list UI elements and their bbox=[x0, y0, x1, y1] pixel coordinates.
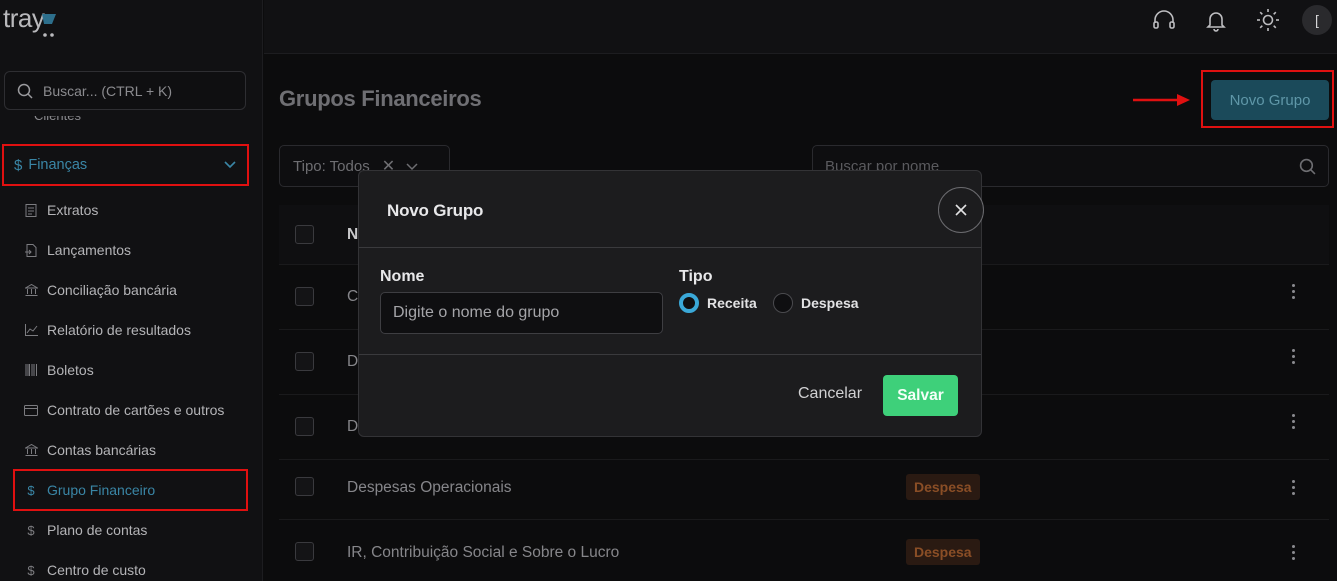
app-root: tray Buscar... (CTRL + K) Clientes $ Fin… bbox=[0, 0, 1337, 581]
more-options-icon[interactable] bbox=[1292, 480, 1296, 498]
radio-unselected-icon bbox=[773, 293, 793, 313]
sidebar-item-extratos[interactable]: Extratos bbox=[24, 198, 98, 222]
type-badge: Despesa bbox=[906, 539, 980, 565]
sidebar-item-conciliacao[interactable]: Conciliação bancária bbox=[24, 278, 177, 302]
global-search-placeholder: Buscar... (CTRL + K) bbox=[43, 82, 173, 99]
close-button[interactable] bbox=[938, 187, 984, 233]
logo[interactable]: tray bbox=[3, 4, 58, 40]
sidebar-item-label: Boletos bbox=[47, 362, 94, 378]
more-options-icon[interactable] bbox=[1292, 284, 1296, 302]
sidebar-item-label: Contas bancárias bbox=[47, 442, 156, 458]
headset-icon[interactable] bbox=[1152, 8, 1176, 32]
chevron-down-icon bbox=[224, 161, 236, 169]
bank-icon bbox=[24, 283, 38, 297]
column-header-name[interactable]: N bbox=[347, 226, 358, 244]
sidebar-item-grupo-financeiro[interactable]: $ Grupo Financeiro bbox=[24, 478, 155, 502]
avatar[interactable]: [ bbox=[1302, 5, 1332, 35]
row-checkbox[interactable] bbox=[295, 417, 314, 436]
modal-divider bbox=[359, 354, 981, 355]
page-title: Grupos Financeiros bbox=[279, 86, 482, 111]
more-options-icon[interactable] bbox=[1292, 545, 1296, 563]
sidebar-item-clientes[interactable]: Clientes bbox=[34, 116, 81, 126]
barcode-icon bbox=[24, 363, 38, 377]
sun-icon[interactable] bbox=[1256, 8, 1280, 32]
sidebar-item-label: Contrato de cartões e outros bbox=[47, 402, 225, 418]
file-transfer-icon bbox=[24, 243, 38, 257]
row-name: D bbox=[347, 353, 359, 370]
bank-icon bbox=[24, 443, 38, 457]
save-button[interactable]: Salvar bbox=[883, 375, 958, 416]
credit-card-icon bbox=[24, 403, 38, 417]
more-options-icon[interactable] bbox=[1292, 414, 1296, 432]
sidebar-item-label: Plano de contas bbox=[47, 522, 148, 538]
close-icon bbox=[955, 204, 967, 216]
modal-divider bbox=[359, 247, 981, 248]
sidebar-item-financas-label: Finanças bbox=[28, 157, 88, 173]
highlight-box: Novo Grupo bbox=[1201, 70, 1334, 128]
type-badge: Despesa bbox=[906, 474, 980, 500]
more-options-icon[interactable] bbox=[1292, 349, 1296, 367]
dollar-icon: $ bbox=[27, 562, 35, 578]
table-row[interactable]: IR, Contribuição Social e Sobre o Lucro … bbox=[279, 520, 1329, 581]
search-icon bbox=[17, 83, 33, 99]
group-name-input[interactable]: Digite o nome do grupo bbox=[380, 292, 663, 334]
group-name-placeholder: Digite o nome do grupo bbox=[393, 304, 560, 321]
row-name: C bbox=[347, 288, 359, 305]
new-group-modal: Novo Grupo Nome Digite o nome do grupo T… bbox=[358, 170, 984, 437]
sidebar-item-label: Conciliação bancária bbox=[47, 282, 177, 298]
sidebar-item-boletos[interactable]: Boletos bbox=[24, 358, 94, 382]
modal-title: Novo Grupo bbox=[387, 201, 484, 220]
logo-text: tray bbox=[3, 3, 45, 33]
radio-receita[interactable]: Receita bbox=[679, 293, 757, 313]
sidebar-item-label: Extratos bbox=[47, 202, 99, 218]
table-row[interactable]: Despesas Operacionais Despesa bbox=[279, 455, 1329, 520]
sidebar-item-label: Grupo Financeiro bbox=[47, 482, 156, 498]
cancel-button[interactable]: Cancelar bbox=[798, 385, 862, 403]
arrow-right-icon bbox=[1133, 94, 1190, 106]
sidebar-item-financas[interactable]: $ Finanças bbox=[2, 144, 249, 186]
dollar-icon: $ bbox=[27, 482, 35, 498]
row-name: IR, Contribuição Social e Sobre o Lucro bbox=[347, 544, 620, 561]
row-checkbox[interactable] bbox=[295, 477, 314, 496]
sidebar: tray Buscar... (CTRL + K) Clientes $ Fin… bbox=[0, 0, 263, 581]
select-all-checkbox[interactable] bbox=[295, 225, 314, 244]
sidebar-item-label: Lançamentos bbox=[47, 242, 132, 258]
name-label: Nome bbox=[380, 268, 425, 285]
row-checkbox[interactable] bbox=[295, 287, 314, 306]
radio-despesa-label: Despesa bbox=[801, 295, 859, 311]
sidebar-item-contas-bancarias[interactable]: Contas bancárias bbox=[24, 438, 156, 462]
dollar-icon: $ bbox=[27, 522, 35, 538]
row-name: Despesas Operacionais bbox=[347, 479, 512, 496]
chart-icon bbox=[24, 323, 38, 337]
topbar: [ bbox=[264, 0, 1337, 54]
row-checkbox[interactable] bbox=[295, 542, 314, 561]
sidebar-item-relatorio[interactable]: Relatório de resultados bbox=[24, 318, 191, 342]
row-checkbox[interactable] bbox=[295, 352, 314, 371]
sidebar-item-label: Centro de custo bbox=[47, 562, 146, 578]
sidebar-item-label: Relatório de resultados bbox=[47, 322, 191, 338]
document-icon bbox=[24, 203, 38, 217]
sidebar-item-plano-de-contas[interactable]: $ Plano de contas bbox=[24, 518, 147, 542]
sidebar-item-lancamentos[interactable]: Lançamentos bbox=[24, 238, 131, 262]
sidebar-item-contrato-cartoes[interactable]: Contrato de cartões e outros bbox=[24, 398, 224, 422]
new-group-button[interactable]: Novo Grupo bbox=[1211, 80, 1329, 120]
global-search-input[interactable]: Buscar... (CTRL + K) bbox=[4, 71, 246, 110]
radio-despesa[interactable]: Despesa bbox=[773, 293, 859, 313]
radio-selected-icon bbox=[679, 293, 699, 313]
radio-receita-label: Receita bbox=[707, 295, 757, 311]
cart-icon bbox=[42, 14, 57, 37]
row-name: D bbox=[347, 418, 359, 435]
bell-icon[interactable] bbox=[1204, 8, 1228, 32]
search-icon bbox=[1299, 158, 1316, 175]
sidebar-item-centro-de-custo[interactable]: $ Centro de custo bbox=[24, 558, 146, 581]
type-label: Tipo bbox=[679, 268, 713, 285]
dollar-icon: $ bbox=[14, 156, 23, 174]
